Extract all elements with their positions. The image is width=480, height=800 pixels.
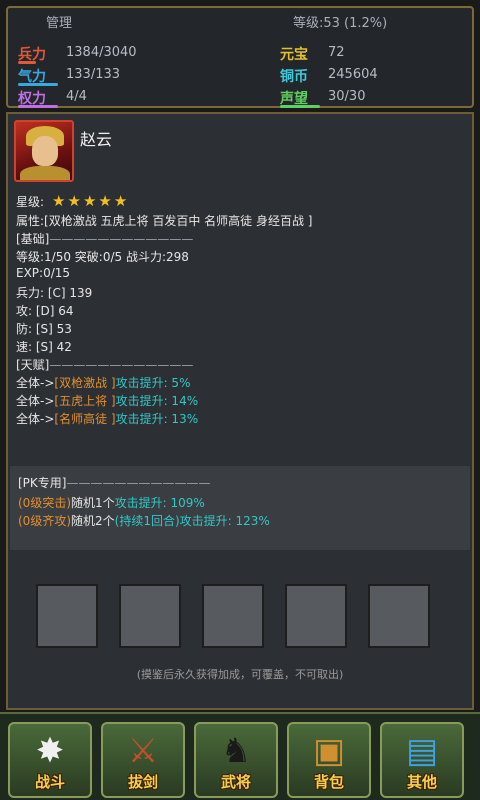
troops-bar xyxy=(18,61,36,64)
player-level: 等级:53 (1.2%) xyxy=(293,16,388,31)
nav-other-label: 其他 xyxy=(406,773,437,791)
portrait-armor xyxy=(20,166,70,180)
talent-prefix: 全体-> xyxy=(16,394,55,408)
talent-prefix: 全体-> xyxy=(16,412,55,426)
defense-line: 防: [S] 53 xyxy=(16,322,72,336)
prestige-value: 30/30 xyxy=(328,89,366,104)
pk-header-label: [PK专用] xyxy=(18,476,67,490)
talent-header-label: [天赋] xyxy=(16,358,50,372)
nav-sword-button[interactable]: ⚔ 拔剑 xyxy=(101,722,185,798)
star-rating-row: 星级: ★★★★★ xyxy=(16,192,129,210)
status-panel: 管理 等级:53 (1.2%) 兵力 1384/3040 气力 133/133 … xyxy=(6,6,474,108)
equipment-slot-3[interactable] xyxy=(202,584,264,648)
yuanbao-label: 元宝 xyxy=(280,47,308,63)
hero-attributes: 属性:[双枪激战 五虎上将 百发百中 名师高徒 身经百战 ] xyxy=(16,214,313,228)
nav-other-button[interactable]: ▤ 其他 xyxy=(380,722,464,798)
copper-value: 245604 xyxy=(328,67,378,82)
pk-skill-target: 随机1个 xyxy=(71,496,115,510)
slot-note: (摸鉴后永久获得加成，可覆盖，不可取出) xyxy=(136,668,344,681)
equipment-slots xyxy=(36,584,446,650)
prestige-bar xyxy=(280,105,320,108)
hero-portrait[interactable] xyxy=(14,120,74,182)
nav-bag-button[interactable]: ▣ 背包 xyxy=(287,722,371,798)
talent-row: 全体->[名师高徒 ]攻击提升: 13% xyxy=(16,410,198,427)
bottom-nav: ✸ 战斗 ⚔ 拔剑 ♞ 武将 ▣ 背包 ▤ 其他 xyxy=(0,712,480,800)
pk-skill-effect: 攻击提升: 109% xyxy=(114,496,205,510)
general-icon: ♞ xyxy=(220,731,252,771)
talent-effect: 攻击提升: 5% xyxy=(115,376,191,390)
equipment-slot-2[interactable] xyxy=(119,584,181,648)
morale-value: 133/133 xyxy=(66,67,121,82)
talent-name: [双枪激战 ] xyxy=(54,376,116,390)
star-rating: ★★★★★ xyxy=(52,192,130,210)
nav-battle-label: 战斗 xyxy=(34,773,65,791)
pk-section-header: [PK专用]———————————— xyxy=(18,474,210,491)
stat-yuanbao: 元宝 72 xyxy=(280,44,460,63)
status-header: 管理 等级:53 (1.2%) xyxy=(8,12,472,32)
talent-prefix: 全体-> xyxy=(16,376,55,390)
pk-skill-row: (0级齐攻)随机2个(持续1回合)攻击提升: 123% xyxy=(18,512,270,529)
pk-divider: ———————————— xyxy=(66,476,211,490)
power-value: 4/4 xyxy=(66,89,87,104)
stat-troops: 兵力 1384/3040 xyxy=(18,44,218,64)
basic-section-header: [基础]———————————— xyxy=(16,230,193,247)
management-title[interactable]: 管理 xyxy=(46,12,72,31)
basic-header-label: [基础] xyxy=(16,232,50,246)
talent-effect: 攻击提升: 14% xyxy=(115,394,199,408)
talent-name: [名师高徒 ] xyxy=(54,412,116,426)
hero-name: 赵云 xyxy=(80,130,113,149)
equipment-slot-1[interactable] xyxy=(36,584,98,648)
yuanbao-value: 72 xyxy=(328,45,345,60)
talent-name: [五虎上将 ] xyxy=(54,394,116,408)
pk-skill-name: (0级突击) xyxy=(18,496,71,510)
pk-skill-duration: (持续1回合) xyxy=(114,514,180,528)
exp-line: EXP:0/15 xyxy=(16,266,71,280)
stat-power: 权力 4/4 xyxy=(18,88,218,108)
equipment-slot-4[interactable] xyxy=(285,584,347,648)
star-label: 星级: xyxy=(16,195,45,209)
hero-detail-panel: 赵云 星级: ★★★★★ 属性:[双枪激战 五虎上将 百发百中 名师高徒 身经百战… xyxy=(6,112,474,710)
stat-copper: 铜币 245604 xyxy=(280,66,460,85)
talent-divider: ———————————— xyxy=(49,358,194,372)
talent-effect: 攻击提升: 13% xyxy=(115,412,199,426)
pk-section: [PK专用]———————————— (0级突击)随机1个攻击提升: 109% … xyxy=(10,466,470,550)
equipment-slot-5[interactable] xyxy=(368,584,430,648)
portrait-face xyxy=(32,136,58,166)
talent-section-header: [天赋]———————————— xyxy=(16,356,193,373)
pk-skill-effect: 攻击提升: 123% xyxy=(179,514,270,528)
nav-general-button[interactable]: ♞ 武将 xyxy=(194,722,278,798)
troops-line: 兵力: [C] 139 xyxy=(16,286,93,300)
pk-skill-row: (0级突击)随机1个攻击提升: 109% xyxy=(18,494,205,511)
battle-icon: ✸ xyxy=(35,731,65,771)
copper-label: 铜币 xyxy=(280,69,308,85)
nav-bag-label: 背包 xyxy=(313,773,344,791)
stat-morale: 气力 133/133 xyxy=(18,66,218,86)
attack-line: 攻: [D] 64 xyxy=(16,304,74,318)
sword-icon: ⚔ xyxy=(127,731,159,771)
stat-prestige: 声望 30/30 xyxy=(280,88,460,108)
nav-general-label: 武将 xyxy=(220,773,251,791)
scroll-icon: ▤ xyxy=(405,731,439,771)
power-bar xyxy=(18,105,58,108)
speed-line: 速: [S] 42 xyxy=(16,340,72,354)
talent-row: 全体->[五虎上将 ]攻击提升: 14% xyxy=(16,392,198,409)
troops-value: 1384/3040 xyxy=(66,45,137,60)
nav-battle-button[interactable]: ✸ 战斗 xyxy=(8,722,92,798)
basic-divider: ———————————— xyxy=(49,232,194,246)
pk-skill-target: 随机2个 xyxy=(71,514,115,528)
chest-icon: ▣ xyxy=(312,731,346,771)
level-line: 等级:1/50 突破:0/5 战斗力:298 xyxy=(16,250,189,264)
nav-sword-label: 拔剑 xyxy=(127,773,158,791)
talent-row: 全体->[双枪激战 ]攻击提升: 5% xyxy=(16,374,190,391)
pk-skill-name: (0级齐攻) xyxy=(18,514,71,528)
morale-bar xyxy=(18,83,58,86)
